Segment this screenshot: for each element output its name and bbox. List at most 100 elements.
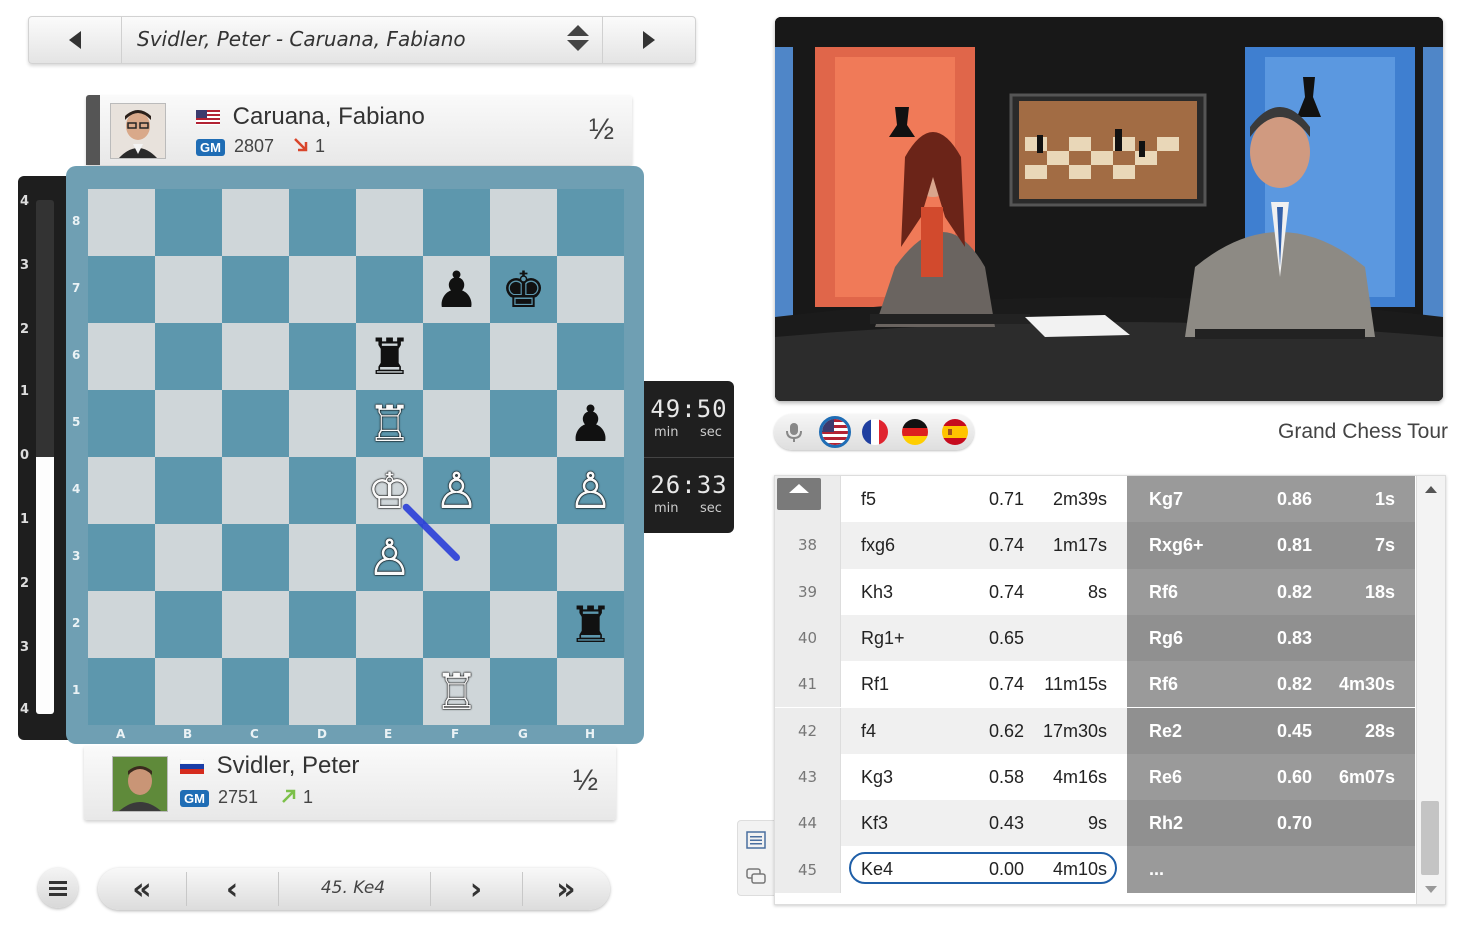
- scroll-down-icon[interactable]: [1425, 886, 1437, 893]
- black-pawn-icon[interactable]: ♟: [568, 399, 613, 449]
- square-c3[interactable]: [222, 524, 289, 591]
- black-move-cell[interactable]: ...: [1127, 846, 1415, 893]
- square-a4[interactable]: [88, 457, 155, 524]
- last-move-button[interactable]: »: [522, 868, 610, 910]
- square-d3[interactable]: [289, 524, 356, 591]
- white-move-cell[interactable]: f4 0.62 17m30s: [841, 707, 1127, 754]
- square-h7[interactable]: [557, 256, 624, 323]
- square-f3[interactable]: [423, 524, 490, 591]
- square-f7[interactable]: ♟: [423, 256, 490, 323]
- menu-button[interactable]: [38, 868, 78, 908]
- square-c5[interactable]: [222, 390, 289, 457]
- black-move-cell[interactable]: Rxg6+ 0.81 7s: [1127, 522, 1415, 569]
- square-a7[interactable]: [88, 256, 155, 323]
- black-move-cell[interactable]: Rf6 0.82 4m30s: [1127, 661, 1415, 708]
- square-a5[interactable]: [88, 390, 155, 457]
- square-g8[interactable]: [490, 189, 557, 256]
- current-move-label[interactable]: 45. Ke4: [278, 878, 428, 898]
- square-f8[interactable]: [423, 189, 490, 256]
- scrollbar-thumb[interactable]: [1421, 801, 1439, 875]
- white-move-cell[interactable]: Rg1+ 0.65: [841, 614, 1127, 662]
- language-us-button[interactable]: [819, 416, 851, 448]
- square-f6[interactable]: [423, 323, 490, 390]
- black-move-cell[interactable]: Kg7 0.86 1s: [1127, 476, 1415, 523]
- square-a1[interactable]: [88, 658, 155, 725]
- black-move-cell[interactable]: Re6 0.60 6m07s: [1127, 753, 1415, 801]
- square-c2[interactable]: [222, 591, 289, 658]
- square-f5[interactable]: [423, 390, 490, 457]
- white-move-cell[interactable]: fxg6 0.74 1m17s: [841, 522, 1127, 569]
- square-h3[interactable]: [557, 524, 624, 591]
- square-e4[interactable]: ♔: [356, 457, 423, 524]
- square-b8[interactable]: [155, 189, 222, 256]
- square-a2[interactable]: [88, 591, 155, 658]
- collapse-moves-button[interactable]: [777, 478, 821, 510]
- language-de-button[interactable]: [902, 419, 928, 445]
- white-pawn-icon[interactable]: ♙: [367, 533, 412, 583]
- square-g4[interactable]: [490, 457, 557, 524]
- square-d6[interactable]: [289, 323, 356, 390]
- white-move-cell[interactable]: f5 0.71 2m39s: [841, 476, 1127, 522]
- white-pawn-icon[interactable]: ♙: [434, 466, 479, 516]
- list-view-icon[interactable]: [746, 831, 766, 849]
- square-b5[interactable]: [155, 390, 222, 457]
- square-e7[interactable]: [356, 256, 423, 323]
- square-g3[interactable]: [490, 524, 557, 591]
- chat-icon[interactable]: [746, 867, 766, 885]
- square-f2[interactable]: [423, 591, 490, 658]
- square-h5[interactable]: ♟: [557, 390, 624, 457]
- square-e1[interactable]: [356, 658, 423, 725]
- black-pawn-icon[interactable]: ♟: [434, 265, 479, 315]
- square-a3[interactable]: [88, 524, 155, 591]
- square-h1[interactable]: [557, 658, 624, 725]
- square-c6[interactable]: [222, 323, 289, 390]
- broadcast-video[interactable]: [775, 17, 1443, 401]
- square-d8[interactable]: [289, 189, 356, 256]
- language-es-button[interactable]: [942, 419, 968, 445]
- move-list-scrollbar[interactable]: [1416, 476, 1445, 904]
- first-move-button[interactable]: «: [98, 868, 186, 910]
- black-rook-icon[interactable]: ♜: [367, 332, 412, 382]
- square-c1[interactable]: [222, 658, 289, 725]
- square-b4[interactable]: [155, 457, 222, 524]
- square-g5[interactable]: [490, 390, 557, 457]
- square-h2[interactable]: ♜: [557, 591, 624, 658]
- square-d1[interactable]: [289, 658, 356, 725]
- next-move-button[interactable]: ›: [430, 868, 522, 910]
- previous-move-button[interactable]: ‹: [186, 868, 278, 910]
- square-g6[interactable]: [490, 323, 557, 390]
- square-c4[interactable]: [222, 457, 289, 524]
- black-move-cell[interactable]: Re2 0.45 28s: [1127, 707, 1415, 754]
- white-move-cell[interactable]: Rf1 0.74 11m15s: [841, 661, 1127, 707]
- square-a8[interactable]: [88, 189, 155, 256]
- square-e8[interactable]: [356, 189, 423, 256]
- square-e2[interactable]: [356, 591, 423, 658]
- square-h6[interactable]: [557, 323, 624, 390]
- square-g7[interactable]: ♚: [490, 256, 557, 323]
- white-move-cell[interactable]: Kg3 0.58 4m16s: [841, 754, 1127, 800]
- microphone-icon[interactable]: [782, 420, 806, 444]
- square-b6[interactable]: [155, 323, 222, 390]
- black-rook-icon[interactable]: ♜: [568, 600, 613, 650]
- white-move-cell[interactable]: Kf3 0.43 9s: [841, 800, 1127, 847]
- white-rook-icon[interactable]: ♖: [434, 667, 479, 717]
- square-c8[interactable]: [222, 189, 289, 256]
- square-f1[interactable]: ♖: [423, 658, 490, 725]
- square-d2[interactable]: [289, 591, 356, 658]
- square-b1[interactable]: [155, 658, 222, 725]
- square-c7[interactable]: [222, 256, 289, 323]
- square-f4[interactable]: ♙: [423, 457, 490, 524]
- square-d5[interactable]: [289, 390, 356, 457]
- square-a6[interactable]: [88, 323, 155, 390]
- white-move-cell[interactable]: Kh3 0.74 8s: [841, 569, 1127, 615]
- square-h4[interactable]: ♙: [557, 457, 624, 524]
- square-e6[interactable]: ♜: [356, 323, 423, 390]
- square-b2[interactable]: [155, 591, 222, 658]
- black-king-icon[interactable]: ♚: [501, 265, 546, 315]
- square-d4[interactable]: [289, 457, 356, 524]
- previous-game-button[interactable]: [29, 17, 122, 63]
- language-fr-button[interactable]: [862, 419, 888, 445]
- square-b7[interactable]: [155, 256, 222, 323]
- square-e3[interactable]: ♙: [356, 524, 423, 591]
- white-king-icon[interactable]: ♔: [367, 466, 412, 516]
